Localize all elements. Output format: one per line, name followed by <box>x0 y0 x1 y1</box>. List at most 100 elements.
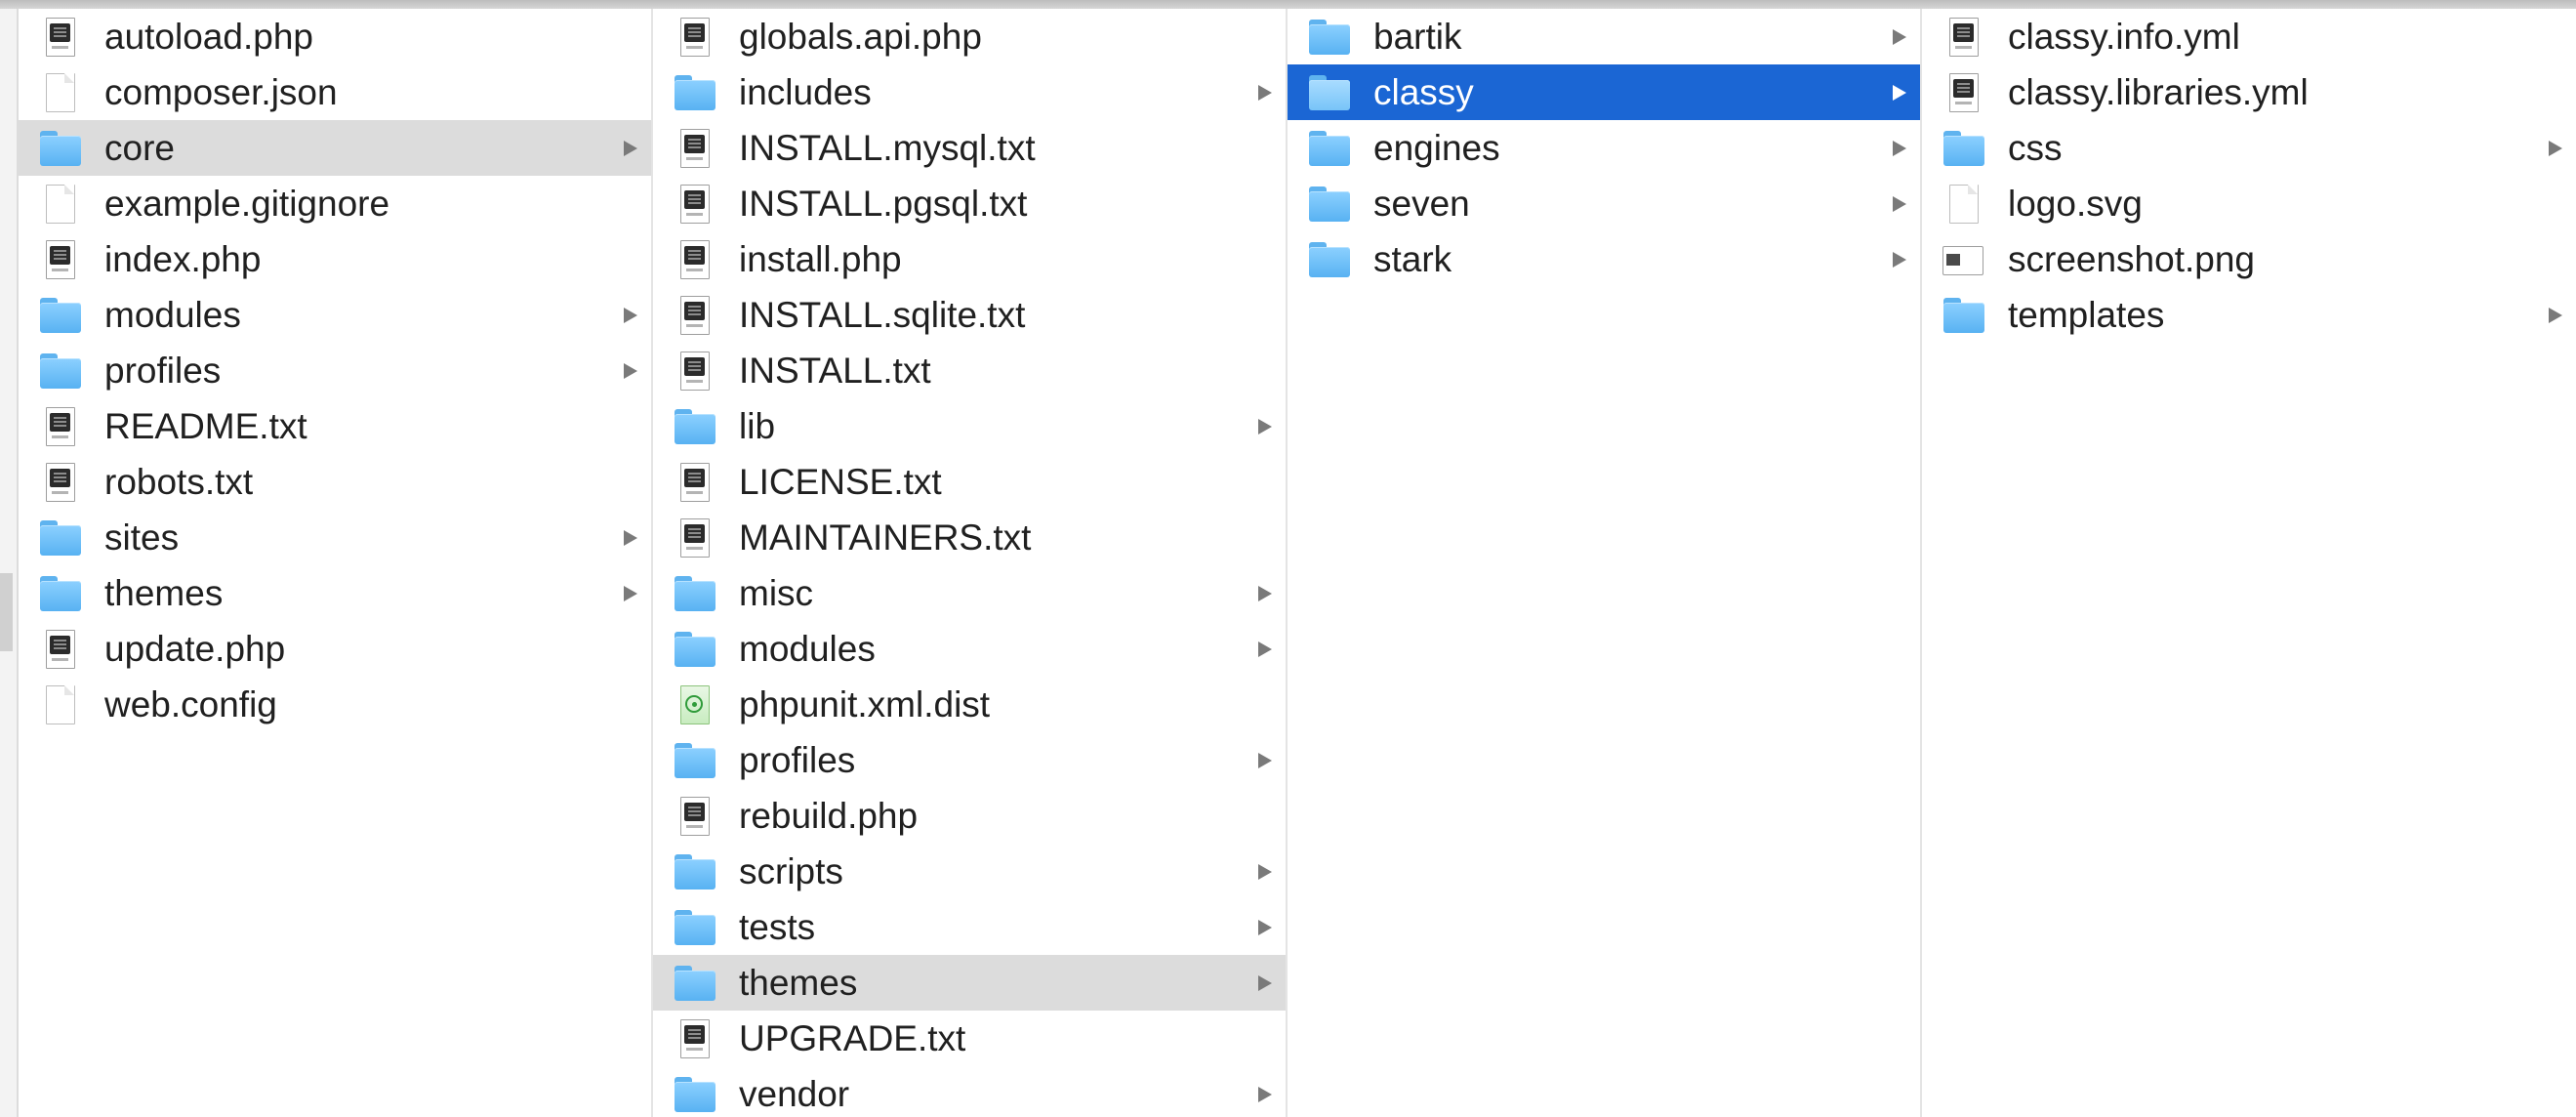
window-top-edge <box>0 0 2576 9</box>
file-row[interactable]: index.php <box>19 231 651 287</box>
file-row[interactable]: screenshot.png <box>1922 231 2576 287</box>
disclosure-arrow-icon <box>1258 586 1272 601</box>
folder-icon <box>1942 296 1984 335</box>
xml-file-icon <box>673 685 716 724</box>
folder-row[interactable]: includes <box>653 64 1286 120</box>
folder-row[interactable]: classy <box>1288 64 1920 120</box>
left-scroll-strip <box>0 9 19 1117</box>
script-file-icon <box>673 185 716 224</box>
image-file-icon <box>1942 240 1984 279</box>
folder-icon <box>1942 129 1984 168</box>
item-name: INSTALL.mysql.txt <box>739 128 1036 168</box>
file-row[interactable]: web.config <box>19 677 651 732</box>
folder-row[interactable]: vendor <box>653 1066 1286 1117</box>
folder-icon <box>673 741 716 780</box>
script-file-icon <box>673 1019 716 1058</box>
item-name: composer.json <box>104 72 338 112</box>
item-name: globals.api.php <box>739 17 982 57</box>
file-row[interactable]: composer.json <box>19 64 651 120</box>
item-name: profiles <box>104 351 222 391</box>
folder-row[interactable]: core <box>19 120 651 176</box>
file-row[interactable]: robots.txt <box>19 454 651 510</box>
folder-row[interactable]: misc <box>653 565 1286 621</box>
folder-icon <box>1307 18 1350 57</box>
item-name: LICENSE.txt <box>739 462 942 502</box>
item-name: index.php <box>104 239 262 279</box>
file-row[interactable]: INSTALL.txt <box>653 343 1286 398</box>
file-row[interactable]: install.php <box>653 231 1286 287</box>
script-file-icon <box>1942 73 1984 112</box>
item-name: web.config <box>104 684 277 724</box>
file-row[interactable]: classy.info.yml <box>1922 9 2576 64</box>
folder-row[interactable]: lib <box>653 398 1286 454</box>
disclosure-arrow-icon <box>1258 864 1272 880</box>
disclosure-arrow-icon <box>624 530 637 546</box>
disclosure-arrow-icon <box>1258 641 1272 657</box>
folder-row[interactable]: css <box>1922 120 2576 176</box>
folder-icon <box>1307 185 1350 224</box>
folder-row[interactable]: sites <box>19 510 651 565</box>
item-name: phpunit.xml.dist <box>739 684 991 724</box>
folder-row[interactable]: profiles <box>19 343 651 398</box>
item-name: rebuild.php <box>739 796 919 836</box>
item-name: modules <box>739 629 876 669</box>
item-name: logo.svg <box>2008 184 2143 224</box>
item-name: css <box>2008 128 2063 168</box>
folder-icon <box>1307 240 1350 279</box>
document-icon <box>38 73 81 112</box>
file-row[interactable]: INSTALL.pgsql.txt <box>653 176 1286 231</box>
item-name: install.php <box>739 239 902 279</box>
item-name: themes <box>739 963 858 1003</box>
folder-icon <box>1307 73 1350 112</box>
file-row[interactable]: MAINTAINERS.txt <box>653 510 1286 565</box>
file-row[interactable]: classy.libraries.yml <box>1922 64 2576 120</box>
file-row[interactable]: INSTALL.mysql.txt <box>653 120 1286 176</box>
scroll-knob[interactable] <box>0 573 13 651</box>
disclosure-arrow-icon <box>1258 753 1272 768</box>
folder-row[interactable]: engines <box>1288 120 1920 176</box>
file-row[interactable]: LICENSE.txt <box>653 454 1286 510</box>
disclosure-arrow-icon <box>2549 308 2562 323</box>
folder-row[interactable]: themes <box>19 565 651 621</box>
file-row[interactable]: globals.api.php <box>653 9 1286 64</box>
script-file-icon <box>673 797 716 836</box>
script-file-icon <box>38 407 81 446</box>
file-row[interactable]: rebuild.php <box>653 788 1286 844</box>
item-name: misc <box>739 573 814 613</box>
file-row[interactable]: phpunit.xml.dist <box>653 677 1286 732</box>
folder-row[interactable]: bartik <box>1288 9 1920 64</box>
file-row[interactable]: README.txt <box>19 398 651 454</box>
folder-row[interactable]: tests <box>653 899 1286 955</box>
file-row[interactable]: UPGRADE.txt <box>653 1011 1286 1066</box>
disclosure-arrow-icon <box>1893 85 1906 101</box>
item-name: update.php <box>104 629 286 669</box>
file-row[interactable]: update.php <box>19 621 651 677</box>
item-name: screenshot.png <box>2008 239 2256 279</box>
item-name: lib <box>739 406 776 446</box>
folder-icon <box>673 1075 716 1114</box>
disclosure-arrow-icon <box>1893 141 1906 156</box>
folder-icon <box>673 73 716 112</box>
folder-icon <box>1307 129 1350 168</box>
file-row[interactable]: example.gitignore <box>19 176 651 231</box>
script-file-icon <box>673 240 716 279</box>
script-file-icon <box>38 18 81 57</box>
disclosure-arrow-icon <box>1258 975 1272 991</box>
item-name: profiles <box>739 740 856 780</box>
disclosure-arrow-icon <box>2549 141 2562 156</box>
file-row[interactable]: logo.svg <box>1922 176 2576 231</box>
folder-row[interactable]: profiles <box>653 732 1286 788</box>
item-name: classy.libraries.yml <box>2008 72 2309 112</box>
file-row[interactable]: INSTALL.sqlite.txt <box>653 287 1286 343</box>
folder-row[interactable]: themes <box>653 955 1286 1011</box>
folder-row[interactable]: templates <box>1922 287 2576 343</box>
file-row[interactable]: autoload.php <box>19 9 651 64</box>
folder-row[interactable]: modules <box>19 287 651 343</box>
folder-row[interactable]: scripts <box>653 844 1286 899</box>
item-name: INSTALL.pgsql.txt <box>739 184 1028 224</box>
folder-row[interactable]: modules <box>653 621 1286 677</box>
folder-icon <box>673 574 716 613</box>
disclosure-arrow-icon <box>1893 29 1906 45</box>
folder-row[interactable]: seven <box>1288 176 1920 231</box>
folder-row[interactable]: stark <box>1288 231 1920 287</box>
